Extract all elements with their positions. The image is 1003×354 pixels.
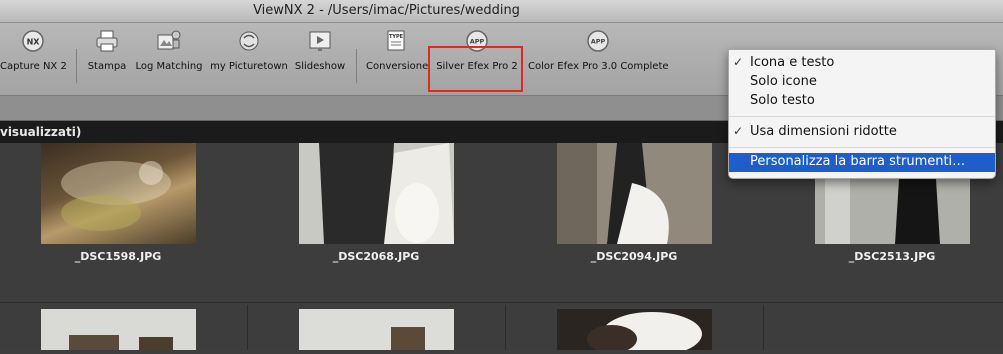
menu-divider (729, 116, 995, 117)
menu-item-customize-toolbar[interactable]: Personalizza la barra strumenti… (729, 153, 995, 172)
printer-icon (96, 30, 118, 52)
thumbnail-filename: _DSC1598.JPG (74, 250, 162, 263)
row-divider (0, 302, 1003, 303)
toolbar-label: Conversione (366, 61, 429, 72)
toolbar-separator (76, 49, 77, 83)
toolbar-label: Log Matching (135, 61, 203, 72)
toolbar-color-efex-pro-button[interactable]: APP Color Efex Pro 3.0 Complete (528, 27, 669, 87)
toolbar-label: Capture NX 2 (0, 61, 67, 72)
photo-image (587, 312, 702, 354)
column-divider (505, 305, 506, 350)
title-bar: ViewNX 2 - /Users/imac/Pictures/wedding (0, 0, 1003, 23)
menu-item-small-size[interactable]: ✓ Usa dimensioni ridotte (729, 123, 995, 142)
window-title: ViewNX 2 - /Users/imac/Pictures/wedding (253, 3, 520, 18)
menu-item-text-only[interactable]: Solo testo (729, 92, 995, 111)
toolbar-print-button[interactable]: Stampa (84, 27, 130, 87)
toolbar-label: my Picturetown (210, 61, 288, 72)
toolbar-context-menu: ✓ Icona e testo Solo icone Solo testo ✓ … (728, 49, 996, 179)
toolbar-separator (356, 49, 357, 83)
photo-image (299, 143, 454, 244)
toolbar-label: Stampa (87, 61, 127, 72)
photo-image (557, 143, 712, 244)
picturetown-icon (239, 31, 259, 51)
photo-thumbnail[interactable] (557, 143, 712, 244)
toolbar-log-matching-button[interactable]: Log Matching (134, 27, 204, 87)
photo-image (69, 335, 173, 350)
toolbar-label: Slideshow (294, 61, 346, 72)
photo-image (391, 327, 425, 350)
checkmark-icon: ✓ (733, 124, 744, 138)
photo-thumbnail[interactable] (557, 309, 712, 354)
photo-thumbnail[interactable] (41, 309, 196, 350)
menu-item-icon-and-text[interactable]: ✓ Icona e testo (729, 54, 995, 73)
toolbar-conversion-button[interactable]: TYPE Conversione (366, 27, 429, 87)
svg-text:APP: APP (591, 38, 606, 46)
menu-item-label: Solo icone (750, 74, 817, 89)
menu-item-icons-only[interactable]: Solo icone (729, 73, 995, 92)
log-matching-icon (157, 30, 181, 50)
thumbnail-filename: _DSC2513.JPG (848, 250, 936, 263)
toolbar-capture-nx2-button[interactable]: NX Capture NX 2 (0, 27, 67, 87)
svg-text:TYPE: TYPE (389, 34, 404, 40)
silver-efex-highlight-box (428, 46, 523, 92)
toolbar-my-picturetown-button[interactable]: my Picturetown (209, 27, 289, 87)
path-bar-text: visualizzati) (0, 125, 82, 139)
thumbnail-filename: _DSC2094.JPG (590, 250, 678, 263)
conversion-icon: TYPE (387, 30, 405, 51)
slideshow-icon (309, 31, 331, 51)
menu-divider (729, 147, 995, 148)
menu-item-label: Personalizza la barra strumenti… (750, 154, 966, 169)
svg-text:NX: NX (27, 38, 41, 47)
photo-thumbnail[interactable] (299, 309, 454, 350)
menu-item-label: Icona e testo (750, 55, 835, 70)
photo-thumbnail[interactable] (41, 143, 196, 244)
checkmark-icon: ✓ (733, 55, 744, 69)
svg-text:APP: APP (470, 38, 485, 46)
photo-image (61, 161, 171, 231)
nx-badge-icon: NX (22, 30, 44, 52)
column-divider (763, 305, 764, 350)
menu-item-label: Usa dimensioni ridotte (750, 124, 897, 139)
app-badge-icon: APP (587, 30, 609, 52)
thumbnail-filename: _DSC2068.JPG (332, 250, 420, 263)
photo-thumbnail[interactable] (299, 143, 454, 244)
column-divider (247, 305, 248, 350)
menu-item-label: Solo testo (750, 93, 815, 108)
toolbar-label: Color Efex Pro 3.0 Complete (528, 61, 669, 72)
toolbar-slideshow-button[interactable]: Slideshow (293, 27, 347, 87)
